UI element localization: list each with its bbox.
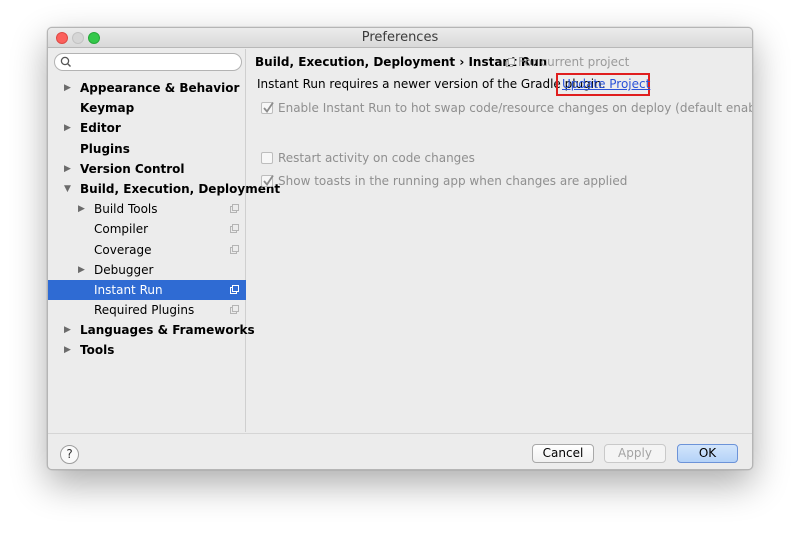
collapsed-arrow-icon[interactable]: ▶ <box>64 78 71 98</box>
sidebar-item-label: Languages & Frameworks <box>80 323 255 338</box>
project-scope-icon <box>230 305 239 315</box>
sidebar-item-languages-and-frameworks[interactable]: ▶ Languages & Frameworks <box>48 320 255 340</box>
option-label: Enable Instant Run to hot swap code/reso… <box>278 101 753 115</box>
gradle-notice-text: Instant Run requires a newer version of … <box>257 77 606 91</box>
title-bar: Preferences <box>48 28 752 48</box>
collapsed-arrow-icon[interactable]: ▶ <box>64 340 71 360</box>
dialog-footer: ? Cancel Apply OK <box>48 433 752 469</box>
settings-search-field[interactable] <box>54 53 242 71</box>
project-scope-icon <box>230 204 239 214</box>
ok-button[interactable]: OK <box>677 444 738 463</box>
sidebar-item-instant-run[interactable]: Instant Run <box>48 279 246 301</box>
project-scope-icon <box>506 58 515 67</box>
sidebar-item-build-execution-deployment[interactable]: ▼ Build, Execution, Deployment <box>48 179 280 199</box>
checkmark-icon <box>263 102 274 113</box>
settings-tree: ▶ Appearance & Behavior Keymap ▶ Editor Plugi… <box>48 78 280 361</box>
scope-text: For current project <box>518 55 630 69</box>
sidebar-item-editor[interactable]: ▶ Editor <box>48 118 246 138</box>
expanded-arrow-icon[interactable]: ▼ <box>64 179 71 199</box>
sidebar-item-label: Version Control <box>80 161 185 176</box>
update-project-link[interactable]: Update Project <box>556 73 650 96</box>
show-toasts-checkbox[interactable] <box>261 175 274 187</box>
sidebar-item-label: Instant Run <box>94 282 163 297</box>
option-label: Restart activity on code changes <box>278 151 475 165</box>
restart-activity-checkbox[interactable] <box>261 152 273 164</box>
sidebar-item-compiler[interactable]: Compiler <box>48 219 246 239</box>
sidebar-item-label: Compiler <box>94 222 149 237</box>
option-label: Show toasts in the running app when chan… <box>278 174 628 188</box>
sidebar-item-label: Build Tools <box>94 202 158 217</box>
sidebar-item-appearance-and-behavior[interactable]: ▶ Appearance & Behavior <box>48 78 246 98</box>
sidebar-item-tools[interactable]: ▶ Tools <box>48 340 246 360</box>
sidebar-item-label: Plugins <box>80 141 130 156</box>
sidebar-item-build-tools[interactable]: ▶ Build Tools <box>48 199 246 219</box>
breadcrumb: Build, Execution, Deployment › Instant R… <box>255 55 548 69</box>
sidebar-item-debugger[interactable]: ▶ Debugger <box>48 260 246 280</box>
sidebar-item-keymap[interactable]: Keymap <box>48 98 246 118</box>
sidebar-item-label: Required Plugins <box>94 303 195 318</box>
sidebar-item-label: Coverage <box>94 242 152 257</box>
search-input[interactable] <box>75 55 235 69</box>
sidebar-item-label: Keymap <box>80 101 135 116</box>
project-scope-label: For current project <box>506 55 629 69</box>
collapsed-arrow-icon[interactable]: ▶ <box>78 260 85 280</box>
enable-instant-run-checkbox[interactable] <box>261 102 274 114</box>
apply-button[interactable]: Apply <box>604 444 666 463</box>
collapsed-arrow-icon[interactable]: ▶ <box>78 199 85 219</box>
project-scope-icon <box>230 224 239 234</box>
sidebar-item-version-control[interactable]: ▶ Version Control <box>48 159 246 179</box>
cancel-button[interactable]: Cancel <box>532 444 594 463</box>
sidebar-item-coverage[interactable]: Coverage <box>48 240 246 260</box>
search-icon <box>60 56 71 67</box>
sidebar-item-required-plugins[interactable]: Required Plugins <box>48 300 246 320</box>
window-title: Preferences <box>361 30 439 45</box>
sidebar-item-label: Debugger <box>94 262 154 277</box>
sidebar-item-plugins[interactable]: Plugins <box>48 139 246 159</box>
project-scope-icon <box>230 284 239 294</box>
collapsed-arrow-icon[interactable]: ▶ <box>64 118 71 138</box>
sidebar-item-label: Tools <box>80 343 115 358</box>
settings-content-pane: Build, Execution, Deployment › Instant R… <box>247 49 753 432</box>
preferences-window: Preferences ▶ Appearance & Behavior Keymap… <box>47 27 753 470</box>
collapsed-arrow-icon[interactable]: ▶ <box>64 320 71 340</box>
sidebar-item-label: Editor <box>80 121 121 136</box>
sidebar-item-label: Appearance & Behavior <box>80 81 240 95</box>
checkmark-icon <box>263 175 274 186</box>
collapsed-arrow-icon[interactable]: ▶ <box>64 159 71 179</box>
project-scope-icon <box>230 244 239 254</box>
settings-sidebar: ▶ Appearance & Behavior Keymap ▶ Editor Plugi… <box>48 49 280 432</box>
help-button[interactable]: ? <box>60 445 79 464</box>
